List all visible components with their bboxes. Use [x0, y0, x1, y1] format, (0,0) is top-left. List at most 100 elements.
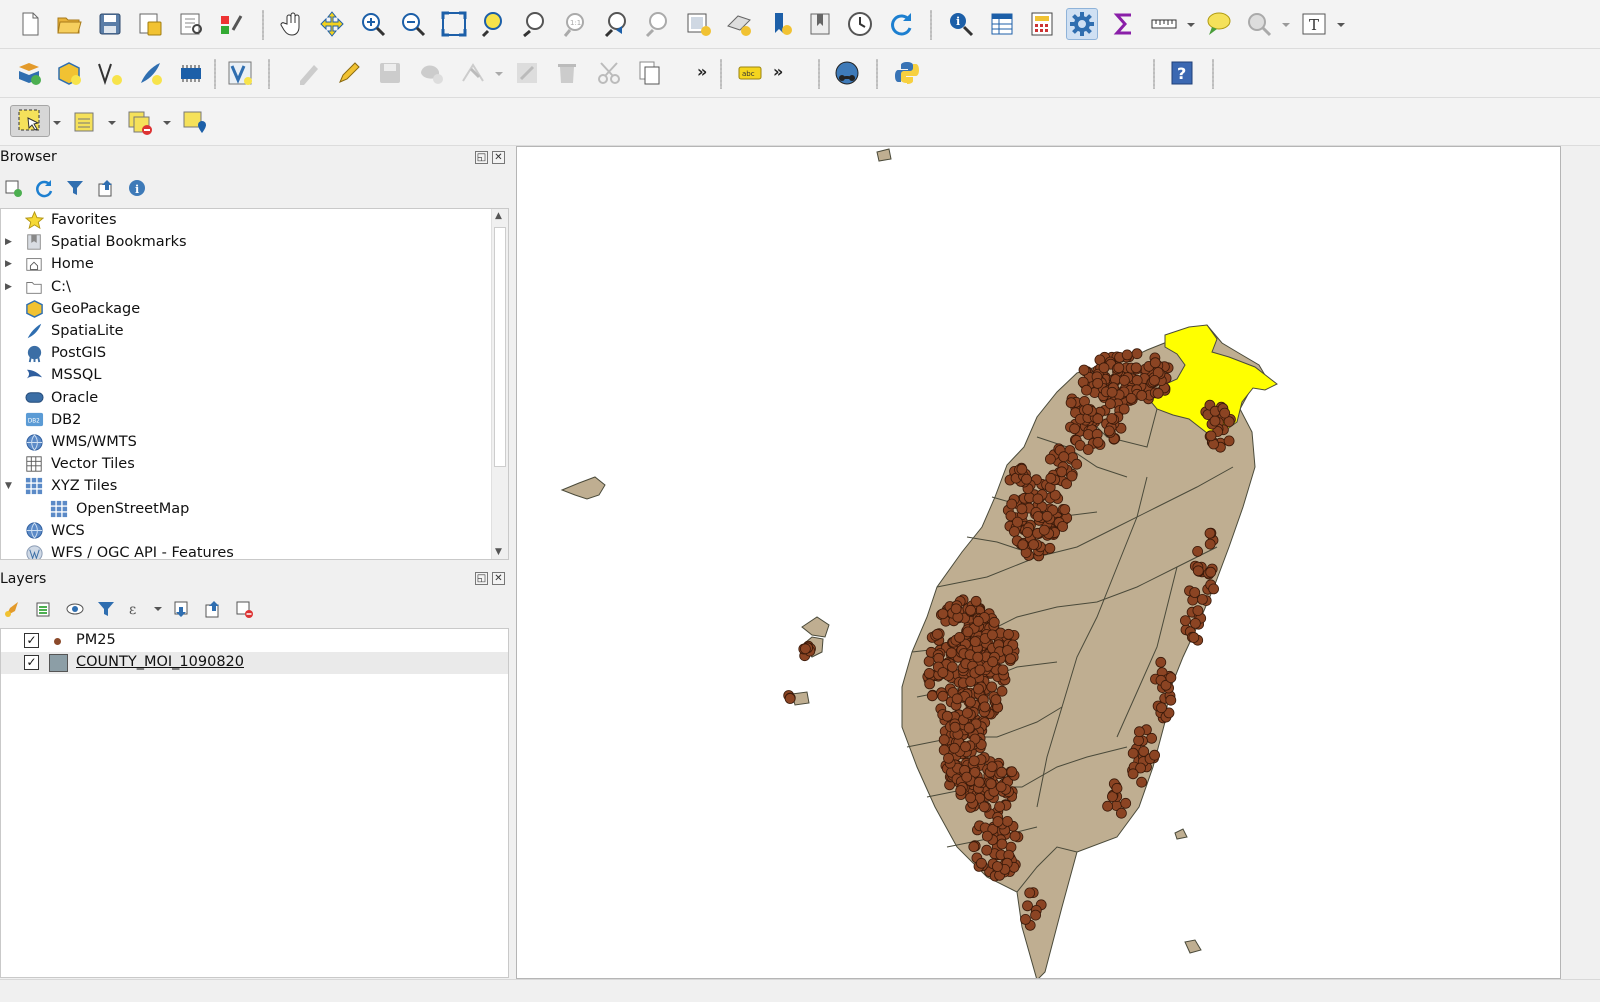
browser-item[interactable]: ▶ C:\ [1, 276, 491, 298]
copy-features-icon[interactable] [633, 57, 665, 89]
map-canvas[interactable] [516, 146, 1561, 979]
zoom-to-layer-icon[interactable] [518, 8, 550, 40]
save-as-icon[interactable] [134, 8, 166, 40]
new-project-icon[interactable] [14, 8, 46, 40]
chevron-down-icon[interactable] [107, 118, 117, 128]
measure-icon[interactable] [1148, 8, 1180, 40]
chevron-down-icon[interactable] [153, 604, 163, 614]
data-source-manager-icon[interactable] [13, 57, 45, 89]
refresh-icon[interactable] [33, 177, 55, 199]
zoom-next-icon[interactable] [641, 8, 673, 40]
expand-arrow-icon[interactable]: ▶ [5, 259, 15, 269]
delete-selected-icon[interactable] [551, 57, 583, 89]
browser-item[interactable]: Oracle [1, 387, 491, 409]
new-spatialite-layer-icon[interactable] [134, 57, 166, 89]
open-project-icon[interactable] [53, 8, 85, 40]
plugins-globe-icon[interactable] [831, 57, 863, 89]
layer-row-pm25[interactable]: ✓ PM25 [1, 630, 508, 652]
add-selected-layers-icon[interactable] [2, 177, 24, 199]
select-features-icon[interactable] [10, 105, 50, 137]
new-3d-map-icon[interactable] [723, 8, 755, 40]
vertical-scrollbar[interactable]: ▲ ▼ [491, 209, 508, 559]
scroll-up-icon[interactable]: ▲ [495, 211, 502, 221]
map-tips-icon[interactable] [1202, 8, 1234, 40]
browser-item[interactable]: Favorites [1, 209, 491, 231]
layer-visibility-checkbox[interactable]: ✓ [24, 655, 39, 670]
chevron-down-icon[interactable] [494, 69, 504, 79]
pan-to-selection-icon[interactable] [316, 8, 348, 40]
layer-row-county[interactable]: ✓ COUNTY_MOI_1090820 [1, 652, 508, 674]
chevron-down-icon[interactable] [1336, 20, 1346, 30]
refresh-icon[interactable] [885, 8, 917, 40]
browser-item[interactable]: OpenStreetMap [1, 498, 491, 520]
style-manager-icon[interactable] [215, 8, 247, 40]
collapse-all-icon[interactable] [202, 598, 224, 620]
zoom-in-icon[interactable] [357, 8, 389, 40]
layer-visibility-checkbox[interactable]: ✓ [24, 633, 39, 648]
expand-all-icon[interactable] [171, 598, 193, 620]
toolbar-overflow-chevron[interactable]: » [697, 62, 707, 81]
add-group-icon[interactable] [33, 598, 55, 620]
filter-icon[interactable] [64, 177, 86, 199]
identify-icon[interactable]: i [945, 8, 977, 40]
filter-by-expression-icon[interactable]: ε [126, 598, 148, 620]
browser-item[interactable]: MSSQL [1, 364, 491, 386]
browser-item[interactable]: SpatiaLite [1, 320, 491, 342]
pan-icon[interactable] [276, 8, 308, 40]
expand-arrow-icon[interactable]: ▶ [5, 282, 15, 292]
add-feature-icon[interactable] [415, 57, 447, 89]
browser-item[interactable]: ▼ XYZ Tiles [1, 475, 491, 497]
new-shapefile-layer-icon[interactable] [94, 57, 126, 89]
python-console-icon[interactable] [891, 57, 923, 89]
vertex-tool-icon[interactable] [457, 57, 489, 89]
undock-panel-icon[interactable]: ◱ [475, 151, 488, 164]
new-memory-layer-icon[interactable] [175, 57, 207, 89]
select-by-location-icon[interactable] [1243, 8, 1275, 40]
zoom-full-icon[interactable] [438, 8, 470, 40]
browser-item[interactable]: ▶ Spatial Bookmarks [1, 231, 491, 253]
print-layout-icon[interactable] [175, 8, 207, 40]
new-bookmark-icon[interactable] [765, 8, 797, 40]
scroll-down-icon[interactable]: ▼ [495, 547, 502, 557]
current-edits-icon[interactable] [293, 57, 325, 89]
properties-info-icon[interactable]: i [126, 177, 148, 199]
scrollbar-thumb[interactable] [494, 227, 506, 467]
filter-legend-icon[interactable] [95, 598, 117, 620]
select-location-pin-icon[interactable] [179, 106, 211, 138]
new-virtual-layer-icon[interactable] [224, 57, 256, 89]
processing-toolbox-icon[interactable] [1066, 8, 1098, 40]
zoom-to-selection-icon[interactable] [478, 8, 510, 40]
toolbar-overflow-chevron[interactable]: » [773, 62, 783, 81]
modify-attributes-icon[interactable] [511, 57, 543, 89]
map-view[interactable] [517, 147, 1561, 979]
deselect-all-icon[interactable] [124, 106, 156, 138]
new-geopackage-layer-icon[interactable] [53, 57, 85, 89]
select-by-value-icon[interactable] [69, 106, 101, 138]
browser-item[interactable]: PostGIS [1, 342, 491, 364]
chevron-down-icon[interactable] [162, 118, 172, 128]
save-edits-icon[interactable] [374, 57, 406, 89]
zoom-out-icon[interactable] [397, 8, 429, 40]
collapse-all-icon[interactable] [95, 177, 117, 199]
browser-item[interactable]: WFS / OGC API - Features [1, 542, 491, 559]
help-icon[interactable]: ? [1166, 57, 1198, 89]
undock-panel-icon[interactable]: ◱ [475, 572, 488, 585]
layer-styling-icon[interactable] [2, 598, 24, 620]
field-calculator-icon[interactable] [1026, 8, 1058, 40]
new-map-view-icon[interactable] [683, 8, 715, 40]
statistics-icon[interactable] [1108, 8, 1140, 40]
show-bookmarks-icon[interactable] [804, 8, 836, 40]
chevron-down-icon[interactable] [1186, 20, 1196, 30]
expand-arrow-icon[interactable]: ▶ [5, 237, 15, 247]
label-tool-icon[interactable]: abc [734, 57, 766, 89]
browser-item[interactable]: DB2 DB2 [1, 409, 491, 431]
browser-item[interactable]: WCS [1, 520, 491, 542]
browser-item[interactable]: GeoPackage [1, 298, 491, 320]
close-panel-icon[interactable]: ✕ [492, 572, 505, 585]
collapse-arrow-icon[interactable]: ▼ [5, 481, 15, 491]
zoom-last-icon[interactable] [600, 8, 632, 40]
text-annotation-icon[interactable]: T [1298, 8, 1330, 40]
browser-item[interactable]: Vector Tiles [1, 453, 491, 475]
zoom-native-icon[interactable]: 1:1 [559, 8, 591, 40]
open-attribute-table-icon[interactable] [986, 8, 1018, 40]
